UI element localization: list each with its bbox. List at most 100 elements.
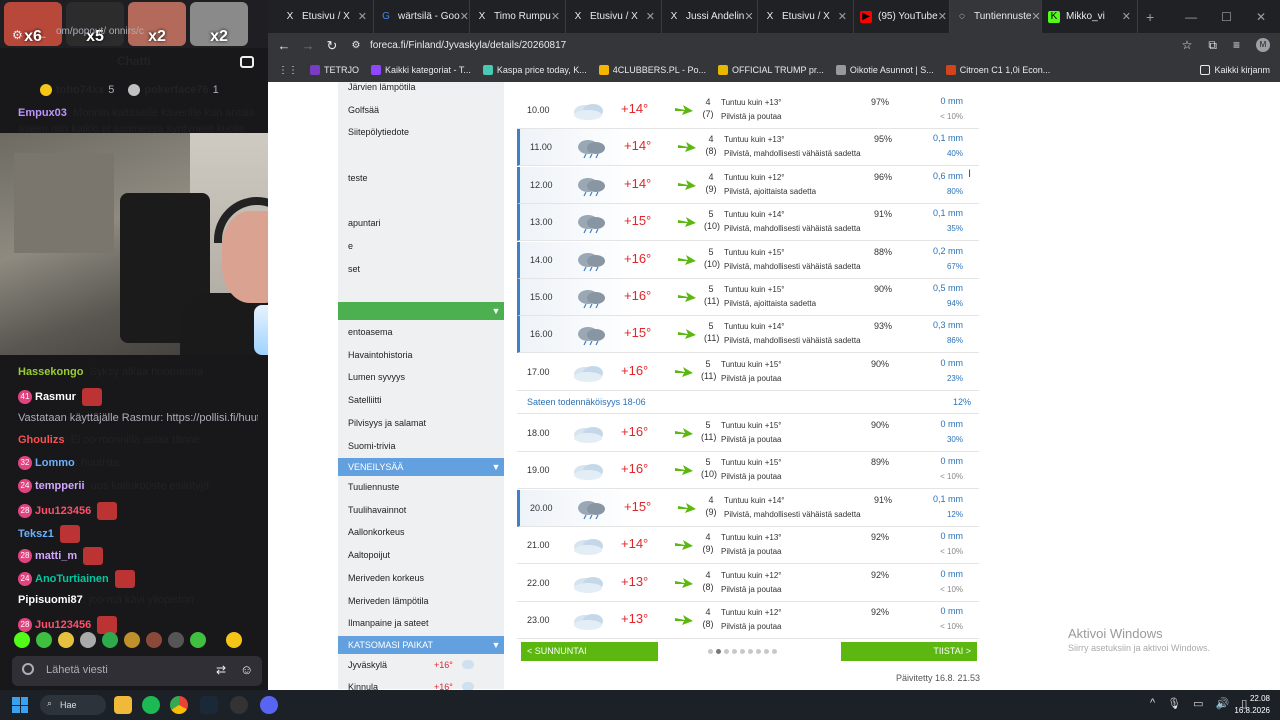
left-nav-item[interactable]: teste (338, 167, 504, 189)
emote-icon[interactable] (58, 632, 74, 648)
chat-username[interactable]: Juu123456 (35, 505, 91, 517)
left-nav-item[interactable]: Meriveden korkeus (338, 567, 504, 589)
tab-close-icon[interactable]: ✕ (744, 10, 753, 23)
chat-username[interactable]: Empux03 (18, 107, 67, 119)
chat-username[interactable]: Juu123456 (35, 619, 91, 631)
emote-icon[interactable] (102, 632, 118, 648)
previous-day-button[interactable]: < SUNNUNTAI (521, 642, 658, 661)
spotify-icon[interactable] (142, 696, 160, 714)
browser-tab[interactable]: Gwärtsilä - Goo ✕ (374, 0, 470, 33)
tab-close-icon[interactable]: ✕ (838, 10, 847, 23)
network-icon[interactable]: ▭ (1193, 697, 1203, 710)
emote-icon[interactable] (124, 632, 140, 648)
emote-icon[interactable] (190, 632, 206, 648)
left-nav-item[interactable]: Tuuliennuste (338, 476, 504, 498)
pager-dot[interactable] (756, 649, 761, 654)
bookmark-item[interactable]: TETRJO (310, 65, 359, 75)
left-nav-item[interactable]: Meriveden lämpötila (338, 590, 504, 612)
new-tab-icon[interactable]: + (1146, 9, 1154, 25)
chat-settings-icon[interactable]: ⚙ (12, 28, 23, 42)
discord-icon[interactable] (260, 696, 278, 714)
tab-close-icon[interactable]: ✕ (646, 10, 655, 23)
left-nav-section-places[interactable]: KATSOMASI PAIKAT ▼ (338, 636, 504, 654)
browser-tab[interactable]: X Etusivu / X ✕ (566, 0, 662, 33)
chat-username[interactable]: Teksz1 (18, 528, 54, 540)
emote-icon[interactable] (36, 632, 52, 648)
top-gifter-1[interactable]: toho74xx 5 (40, 84, 114, 97)
bookmark-item[interactable]: Kaspa price today, K... (482, 65, 587, 75)
microphone-icon[interactable]: 🎙 (1167, 697, 1181, 710)
tab-close-icon[interactable]: ✕ (358, 10, 367, 23)
tab-close-icon[interactable]: ✕ (938, 10, 947, 23)
pager-dot[interactable] (772, 649, 777, 654)
back-icon[interactable]: ← (272, 38, 296, 53)
pager-dot[interactable] (716, 649, 721, 654)
site-info-icon[interactable]: ⚙ (344, 40, 368, 51)
all-bookmarks-folder[interactable]: Kaikki kirjanm (1200, 65, 1270, 75)
left-nav-item[interactable]: Siitepölytiedote (338, 121, 504, 143)
next-day-button[interactable]: TIISTAI > (841, 642, 977, 661)
chat-username[interactable]: matti_m (35, 550, 77, 562)
browser-tab[interactable]: K Mikko_vi ✕ (1042, 0, 1138, 33)
chat-username[interactable]: Ghoulizs (18, 434, 64, 446)
browser-tab[interactable]: ◌ Tuntiennuste ✕ (950, 0, 1042, 33)
steam-icon[interactable] (200, 696, 218, 714)
chat-username[interactable]: Rasmur (35, 391, 76, 403)
chat-username[interactable]: Pipisuomi87 (18, 594, 83, 606)
saved-place-item[interactable]: Jyväskylä +16° (338, 654, 504, 676)
translate-icon[interactable]: ⇄ (216, 663, 226, 677)
file-explorer-icon[interactable] (114, 696, 132, 714)
left-nav-item[interactable]: e (338, 235, 504, 257)
url-input[interactable]: foreca.fi/Finland/Jyvaskyla/details/2026… (370, 37, 1190, 54)
pager-dot[interactable] (708, 649, 713, 654)
community-icon[interactable] (240, 56, 254, 68)
left-nav-item[interactable]: Havaintohistoria (338, 344, 504, 366)
extensions-icon[interactable]: ⧉ (1208, 38, 1217, 53)
shield-icon[interactable] (22, 663, 34, 675)
left-nav-item[interactable]: Tuulihavainnot (338, 499, 504, 521)
left-nav-item[interactable]: set (338, 258, 504, 280)
maximize-icon[interactable]: ☐ (1221, 10, 1232, 24)
left-nav-item[interactable]: Aallonkorkeus (338, 521, 504, 543)
browser-tab[interactable]: X Etusivu / X ✕ (758, 0, 854, 33)
browser-tab[interactable]: X Jussi Andelin ✕ (662, 0, 758, 33)
pager-dot[interactable] (740, 649, 745, 654)
emote-icon[interactable] (146, 632, 162, 648)
pager-dot[interactable] (764, 649, 769, 654)
apps-grid-icon[interactable]: ⋮⋮ (278, 65, 298, 76)
chat-username[interactable]: tempperii (35, 480, 85, 492)
chrome-icon[interactable] (170, 696, 188, 714)
emote-icon[interactable] (168, 632, 184, 648)
collapse-arrow-icon[interactable]: ← (36, 28, 48, 42)
browser-tab[interactable]: ▶ (95) YouTube ✕ (854, 0, 950, 33)
chat-username[interactable]: Lommo (35, 457, 75, 469)
left-nav-item[interactable]: entoasema (338, 321, 504, 343)
left-nav-item[interactable]: Satelliitti (338, 389, 504, 411)
left-nav-item[interactable]: Golfsää (338, 99, 504, 121)
tab-close-icon[interactable]: ✕ (1122, 10, 1131, 23)
chat-username[interactable]: AnoTurtiainen (35, 573, 109, 585)
pager-dot[interactable] (724, 649, 729, 654)
pager-dot[interactable] (748, 649, 753, 654)
bookmark-item[interactable]: 4CLUBBERS.PL - Po... (598, 65, 706, 75)
left-nav-item[interactable]: Ilmanpaine ja sateet (338, 612, 504, 634)
bookmark-item[interactable]: OFFICIAL TRUMP pr... (717, 65, 824, 75)
minimize-icon[interactable]: — (1185, 10, 1197, 24)
left-nav-item[interactable]: Pilvisyys ja salamat (338, 412, 504, 434)
bookmark-item[interactable]: Kaikki kategoriat - T... (371, 65, 471, 75)
emote-icon[interactable] (14, 632, 30, 648)
emote-icon[interactable] (80, 632, 96, 648)
left-nav-item[interactable]: apuntari (338, 212, 504, 234)
emoji-icon[interactable]: ☺ (240, 662, 253, 677)
bookmark-item[interactable]: Citroen C1 1,0i Econ... (945, 65, 1050, 75)
bookmark-item[interactable]: Oikotie Asunnot | S... (835, 65, 934, 75)
pager-dot[interactable] (732, 649, 737, 654)
left-nav-section-header[interactable]: ▼ (338, 302, 504, 320)
forward-icon[interactable]: → (296, 38, 320, 53)
tab-close-icon[interactable]: ✕ (551, 10, 560, 23)
browser-tab[interactable]: X Etusivu / X ✕ (278, 0, 374, 33)
left-nav-item[interactable]: Järvien lämpötila (338, 76, 504, 98)
left-nav-item[interactable]: Suomi-trivia (338, 435, 504, 457)
browser-tab[interactable]: X Timo Rumpu ✕ (470, 0, 566, 33)
tray-overflow-icon[interactable]: ^ (1150, 697, 1155, 710)
